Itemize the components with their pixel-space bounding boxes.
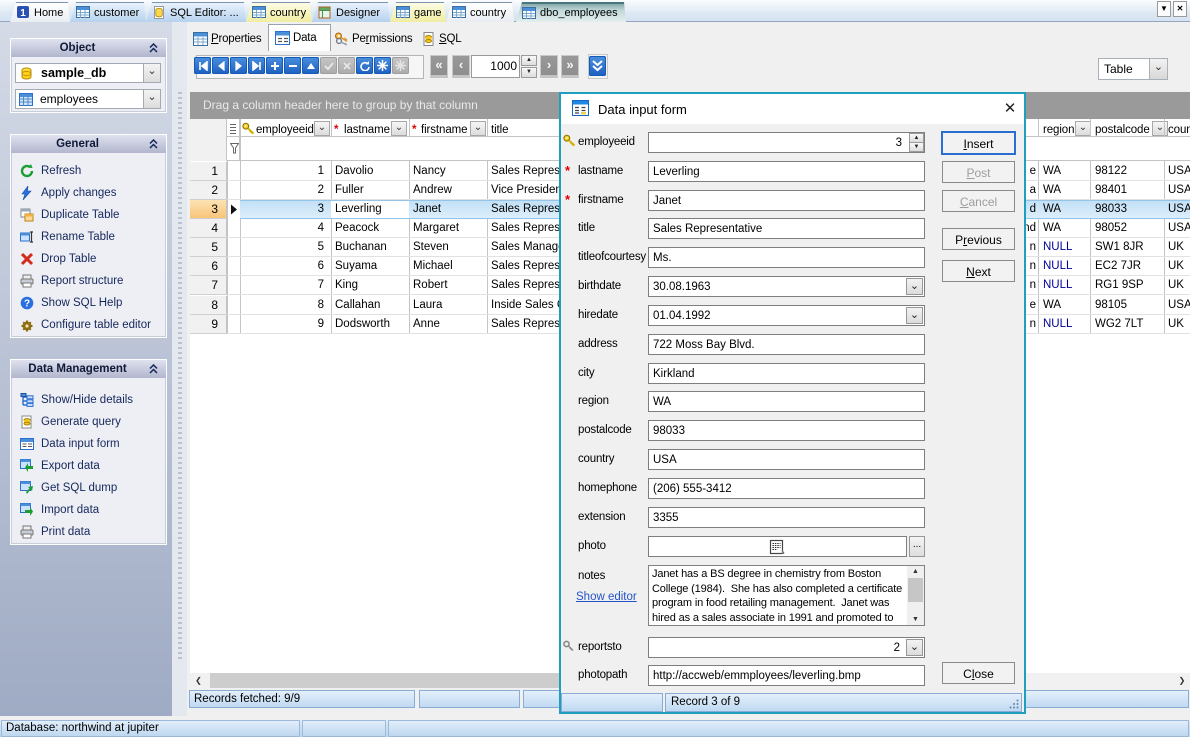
- svg-text:1: 1: [20, 8, 26, 19]
- svg-text:?: ?: [24, 299, 30, 310]
